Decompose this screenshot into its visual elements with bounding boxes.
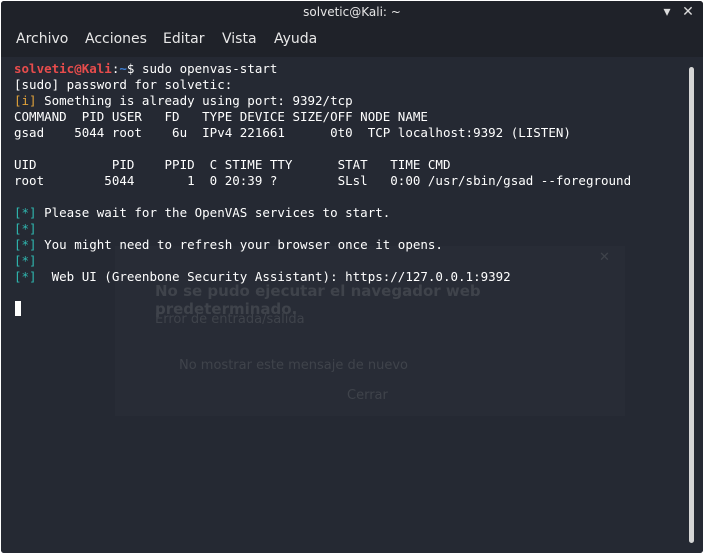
star-line-1: [*] Please wait for the OpenVAS services… [14, 205, 390, 221]
info-text: Something is already using port: 9392/tc… [36, 93, 353, 108]
star-tag: [*] [14, 205, 37, 220]
star-line-5: [*] Web UI (Greenbone Security Assistant… [14, 269, 511, 285]
command-text: sudo openvas-start [141, 61, 278, 76]
title-bar[interactable]: solvetic@Kali: ~ ▾ ✕ [1, 1, 703, 23]
ps-row: root 5044 1 0 20:39 ? SLsl 0:00 /usr/sbi… [14, 173, 632, 188]
star-line-4: [*] [14, 253, 37, 269]
prompt-user: solvetic@Kali [14, 61, 112, 76]
menu-archivo[interactable]: Archivo [16, 31, 68, 47]
ps-header: UID PID PPID C STIME TTY STAT TIME CMD [14, 157, 451, 172]
close-icon[interactable]: ✕ [679, 3, 697, 21]
prompt-line: solvetic@Kali:~$ sudo openvas-start [14, 61, 277, 77]
terminal-window: solvetic@Kali: ~ ▾ ✕ Archivo Acciones Ed… [1, 1, 703, 553]
star-line-2: [*] [14, 221, 37, 237]
text-cursor [15, 301, 21, 316]
lsof-row: gsad 5044 root 6u IPv4 221661 0t0 TCP lo… [14, 125, 571, 140]
star-text-1: Please wait for the OpenVAS services to … [36, 205, 391, 220]
sudo-line: [sudo] password for solvetic: [14, 77, 233, 92]
star-tag: [*] [14, 269, 37, 284]
menu-ayuda[interactable]: Ayuda [274, 31, 317, 47]
star-tag: [*] [14, 253, 37, 268]
prompt-dollar: $ [126, 61, 142, 76]
star-tag: [*] [14, 237, 37, 252]
info-line: [i] Something is already using port: 939… [14, 93, 353, 109]
menu-vista[interactable]: Vista [222, 31, 257, 47]
star-text-3: You might need to refresh your browser o… [36, 237, 443, 252]
lsof-header: COMMAND PID USER FD TYPE DEVICE SIZE/OFF… [14, 109, 428, 124]
dialog-close-button[interactable]: Cerrar [347, 388, 388, 403]
prompt-path: ~ [119, 61, 127, 76]
window-title: solvetic@Kali: ~ [303, 5, 401, 19]
info-tag: [i] [14, 93, 37, 108]
star-text-5: Web UI (Greenbone Security Assistant): h… [36, 269, 511, 284]
minimize-icon[interactable]: ▾ [658, 3, 676, 21]
menu-acciones[interactable]: Acciones [85, 31, 147, 47]
dialog-checkbox-label[interactable]: No mostrar este mensaje de nuevo [179, 358, 408, 373]
menu-bar: Archivo Acciones Editar Vista Ayuda [1, 23, 703, 57]
menu-editar[interactable]: Editar [163, 31, 204, 47]
dialog-detail: Error de entrada/salida [155, 312, 305, 327]
scrollbar[interactable] [689, 67, 694, 543]
star-line-3: [*] You might need to refresh your brows… [14, 237, 443, 253]
star-tag: [*] [14, 221, 37, 236]
terminal-output[interactable]: ✕ No se pudo ejecutar el navegador web p… [1, 57, 703, 553]
dialog-close-icon[interactable]: ✕ [599, 250, 610, 265]
